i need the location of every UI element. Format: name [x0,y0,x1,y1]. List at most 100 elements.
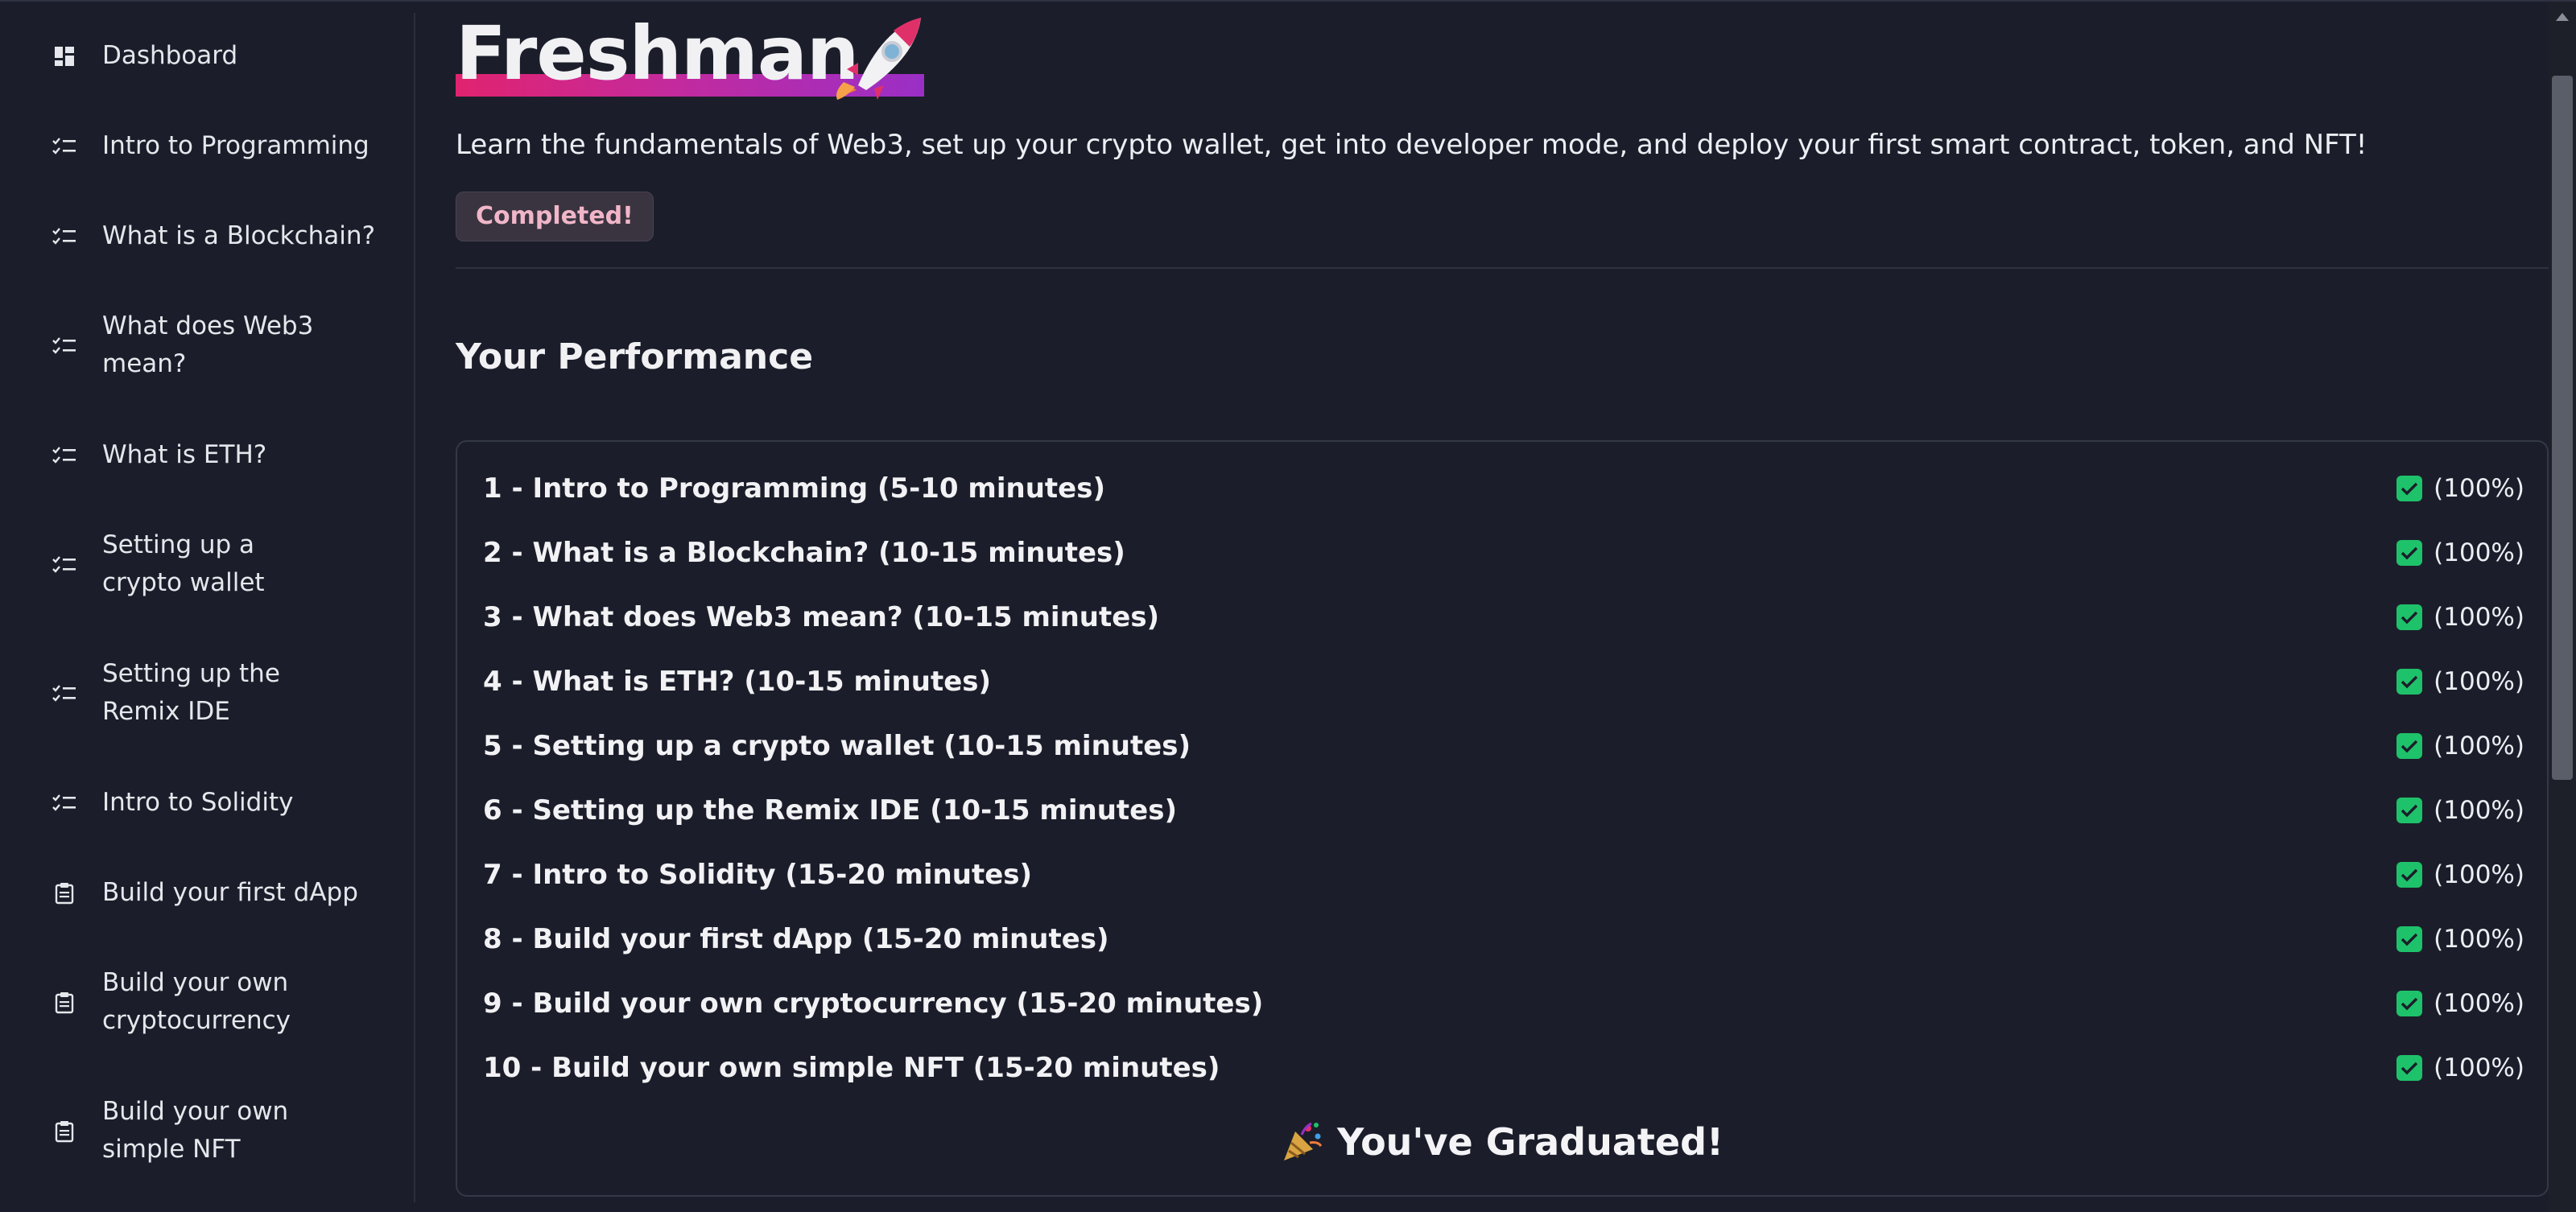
checklist-icon [52,224,77,249]
sidebar-item-label: Build your first dApp [102,878,358,907]
sidebar-item-intro-to-programming[interactable]: Intro to Programming [0,127,414,166]
performance-row: 3 - What does Web3 mean? (10-15 minutes)… [483,592,2524,643]
lesson-percent: (100%) [2434,860,2524,889]
sidebar-item-build-first-dapp[interactable]: Build your first dApp [0,874,414,913]
check-icon [2396,540,2423,566]
sidebar-item-label: Build your own cryptocurrency [102,968,291,1035]
sidebar-item-label: What is a Blockchain? [102,221,376,250]
main-content: Freshman Learn the fundamentals of Web3,… [456,2,2549,1212]
check-icon [2396,1055,2423,1081]
sidebar-item-dashboard[interactable]: Dashboard [0,37,414,76]
party-popper-icon [1283,1122,1323,1160]
checklist-icon [52,443,77,468]
lesson-percent: (100%) [2434,989,2524,1018]
sidebar-item-setting-up-crypto-wallet[interactable]: Setting up a crypto wallet [0,526,414,604]
lesson-percent: (100%) [2434,538,2524,567]
lesson-name: 4 - What is ETH? (10-15 minutes) [483,666,992,698]
lesson-status: (100%) [2396,720,2524,772]
lesson-percent: (100%) [2434,925,2524,954]
scroll-up-arrow-icon[interactable] [2556,13,2569,21]
app-window: Dashboard Intro to Programming What is a… [0,0,2576,1212]
lesson-name: 3 - What does Web3 mean? (10-15 minutes) [483,601,1160,633]
lesson-status: (100%) [2396,592,2524,643]
sidebar-item-setting-up-remix-ide[interactable]: Setting up the Remix IDE [0,655,414,732]
check-icon [2396,604,2423,630]
page-subtitle: Learn the fundamentals of Web3, set up y… [456,129,2368,161]
lesson-status: (100%) [2396,849,2524,901]
rocket-icon [836,18,921,100]
page-title-block: Freshman [456,10,939,103]
lesson-name: 7 - Intro to Solidity (15-20 minutes) [483,859,1033,891]
sidebar-item-label: What is ETH? [102,440,267,469]
clipboard-icon [52,1119,77,1144]
sidebar-item-what-does-web3-mean[interactable]: What does Web3 mean? [0,307,414,385]
sidebar-item-build-own-cryptocurrency[interactable]: Build your own cryptocurrency [0,964,414,1041]
sidebar-item-label: Dashboard [102,41,238,70]
lesson-status: (100%) [2396,913,2524,965]
scrollbar[interactable] [2549,2,2576,1212]
checklist-icon [52,134,77,159]
performance-row: 10 - Build your own simple NFT (15-20 mi… [483,1042,2524,1094]
checklist-icon [52,333,77,359]
clipboard-icon [52,990,77,1016]
sidebar-item-what-is-a-blockchain[interactable]: What is a Blockchain? [0,217,414,256]
lesson-name: 8 - Build your first dApp (15-20 minutes… [483,923,1109,955]
checklist-icon [52,681,77,707]
sidebar-item-label: Intro to Solidity [102,788,294,817]
performance-row: 4 - What is ETH? (10-15 minutes) (100%) [483,656,2524,707]
graduation-message: You've Graduated! [457,1110,2547,1174]
lesson-percent: (100%) [2434,1053,2524,1082]
performance-row: 2 - What is a Blockchain? (10-15 minutes… [483,527,2524,579]
lesson-status: (100%) [2396,978,2524,1029]
lesson-name: 1 - Intro to Programming (5-10 minutes) [483,472,1105,505]
lesson-percent: (100%) [2434,474,2524,503]
lesson-name: 6 - Setting up the Remix IDE (10-15 minu… [483,794,1177,827]
sidebar-item-what-is-eth[interactable]: What is ETH? [0,436,414,475]
lesson-name: 2 - What is a Blockchain? (10-15 minutes… [483,537,1125,569]
sidebar-item-label: Build your own simple NFT [102,1097,289,1164]
check-icon [2396,926,2423,952]
sidebar-item-intro-to-solidity[interactable]: Intro to Solidity [0,784,414,822]
clipboard-icon [52,880,77,906]
check-icon [2396,733,2423,759]
lesson-status: (100%) [2396,463,2524,514]
checklist-icon [52,790,77,816]
performance-row: 7 - Intro to Solidity (15-20 minutes) (1… [483,849,2524,901]
completed-badge: Completed! [456,192,654,241]
sidebar: Dashboard Intro to Programming What is a… [0,13,415,1202]
lesson-name: 10 - Build your own simple NFT (15-20 mi… [483,1052,1220,1084]
check-icon [2396,798,2423,823]
lesson-name: 5 - Setting up a crypto wallet (10-15 mi… [483,730,1191,762]
sidebar-item-label: What does Web3 mean? [102,311,314,378]
sidebar-item-label: Intro to Programming [102,131,369,160]
lesson-status: (100%) [2396,527,2524,579]
sidebar-item-label: Setting up the Remix IDE [102,659,280,726]
lesson-percent: (100%) [2434,667,2524,696]
lesson-status: (100%) [2396,1042,2524,1094]
check-icon [2396,669,2423,695]
divider [456,267,2549,269]
performance-panel: 1 - Intro to Programming (5-10 minutes) … [456,440,2549,1197]
performance-title: Your Performance [456,336,814,377]
lesson-name: 9 - Build your own cryptocurrency (15-20… [483,987,1264,1020]
checklist-icon [52,552,77,578]
lesson-status: (100%) [2396,656,2524,707]
lesson-percent: (100%) [2434,796,2524,825]
check-icon [2396,991,2423,1016]
performance-row: 1 - Intro to Programming (5-10 minutes) … [483,463,2524,514]
performance-row: 9 - Build your own cryptocurrency (15-20… [483,978,2524,1029]
lesson-status: (100%) [2396,785,2524,836]
check-icon [2396,862,2423,888]
sidebar-item-label: Setting up a crypto wallet [102,530,265,597]
lesson-percent: (100%) [2434,603,2524,632]
sidebar-item-build-own-simple-nft[interactable]: Build your own simple NFT [0,1093,414,1170]
scrollbar-thumb[interactable] [2552,76,2573,780]
check-icon [2396,476,2423,501]
page-title: Freshman [456,10,859,97]
performance-row: 8 - Build your first dApp (15-20 minutes… [483,913,2524,965]
graduation-text: You've Graduated! [1336,1120,1724,1164]
dashboard-icon [52,43,77,69]
performance-row: 5 - Setting up a crypto wallet (10-15 mi… [483,720,2524,772]
performance-row: 6 - Setting up the Remix IDE (10-15 minu… [483,785,2524,836]
lesson-percent: (100%) [2434,732,2524,761]
